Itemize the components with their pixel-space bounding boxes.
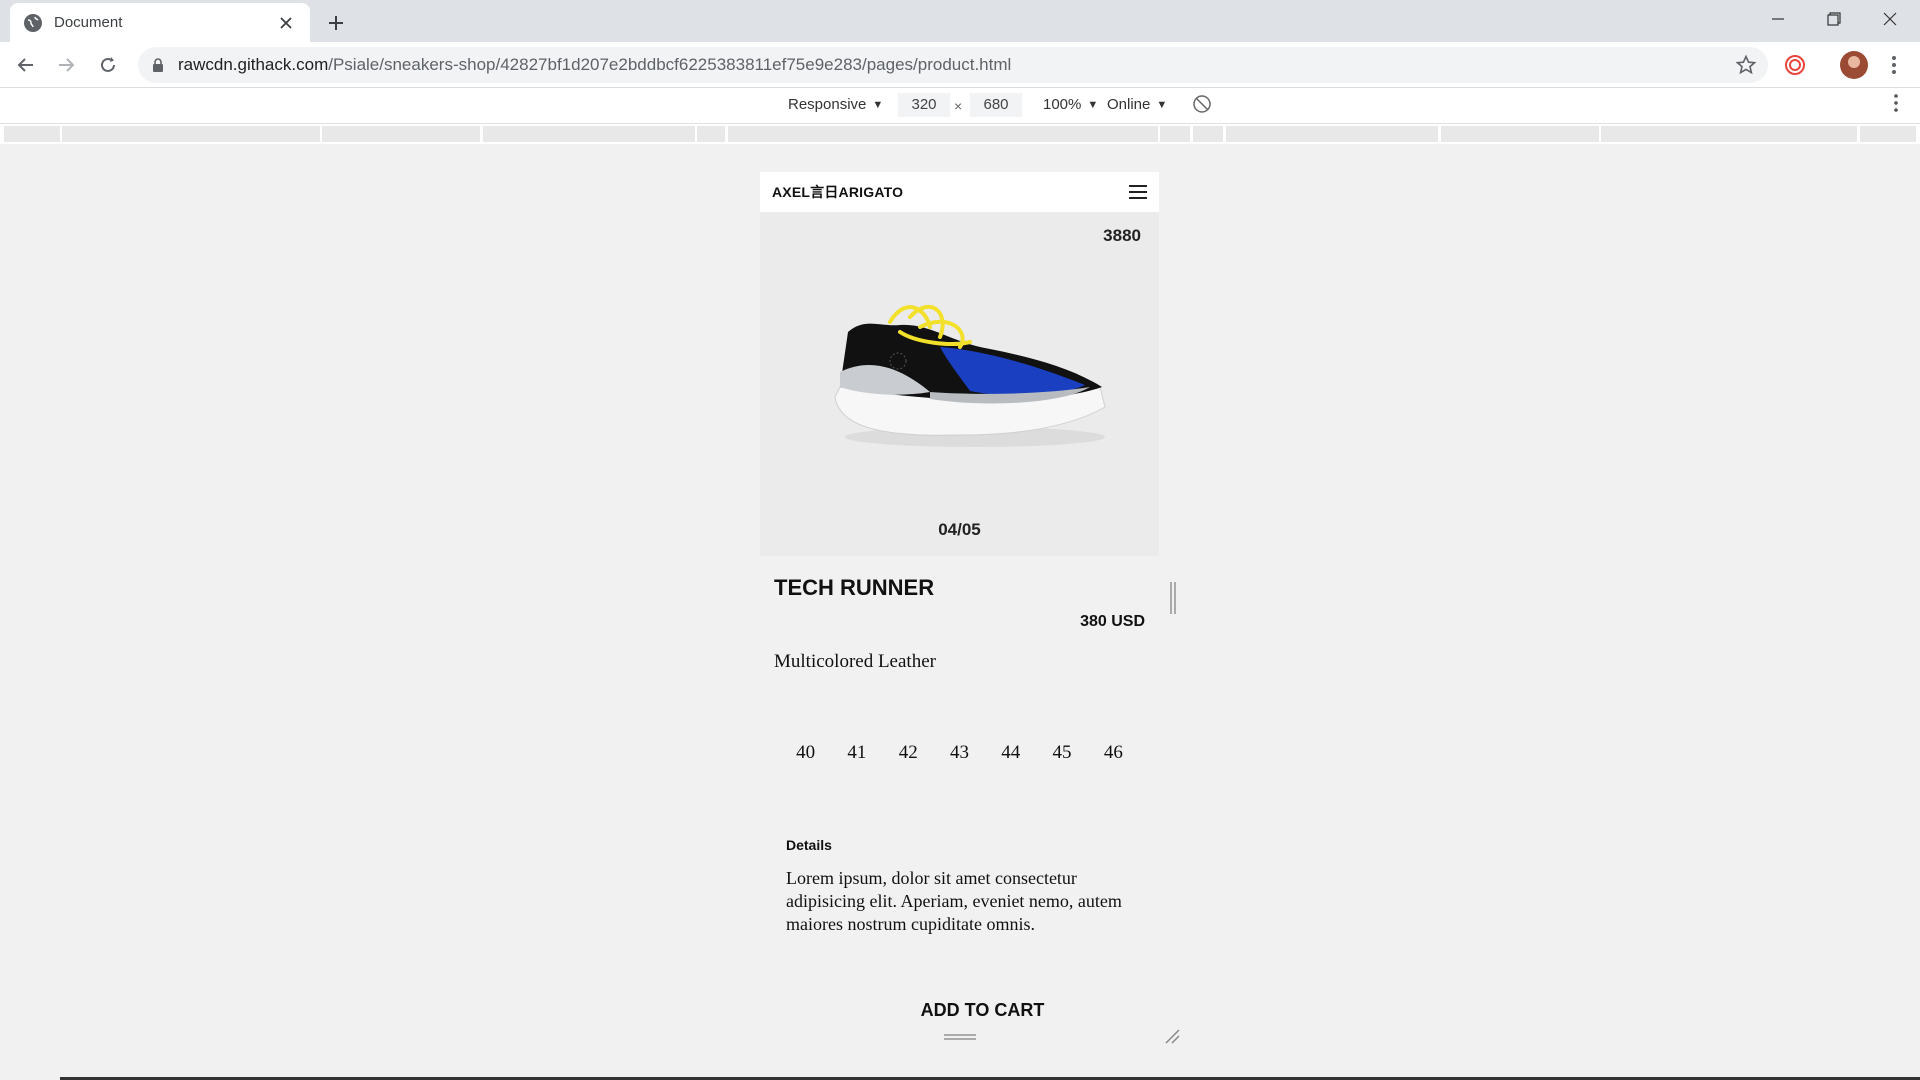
brand-logo[interactable]: AXEL言日ARIGATO (772, 182, 903, 202)
slide-index: 04/05 (938, 520, 981, 539)
size-option[interactable]: 44 (991, 742, 1031, 764)
device-select[interactable]: Responsive ▼ (788, 96, 883, 113)
cart-row: ADD TO CART (760, 988, 1159, 1024)
tab-strip: Document (0, 0, 1920, 42)
zoom-label: 100% (1043, 96, 1082, 113)
product-info: TECH RUNNER 380 USD Multicolored Leather (760, 561, 1159, 699)
browser-tab[interactable]: Document (10, 3, 310, 42)
caret-down-icon: ▼ (872, 98, 884, 111)
product-name: TECH RUNNER (774, 575, 935, 600)
rotate-icon[interactable] (1192, 94, 1212, 114)
resize-handle-bottom[interactable] (944, 1034, 976, 1040)
bookmark-star-icon[interactable] (1734, 53, 1758, 77)
product-gallery[interactable]: 3880 04/05 (760, 212, 1159, 556)
close-window-icon[interactable] (1862, 0, 1918, 38)
network-select[interactable]: Online ▼ (1107, 96, 1167, 113)
details-text: Lorem ipsum, dolor sit amet consectetur … (786, 868, 1122, 934)
height-input[interactable]: 680 (970, 93, 1022, 117)
media-query-bar[interactable] (0, 124, 1920, 144)
caret-down-icon: ▼ (1156, 98, 1168, 111)
device-label: Responsive (788, 96, 867, 113)
restore-icon[interactable] (1806, 0, 1862, 38)
new-tab-plus-icon[interactable] (322, 9, 350, 37)
url-text: rawcdn.githack.com/Psiale/sneakers-shop/… (178, 55, 1011, 75)
size-option[interactable]: 46 (1093, 742, 1133, 764)
forward-arrow-icon[interactable] (50, 49, 82, 81)
address-bar[interactable]: rawcdn.githack.com/Psiale/sneakers-shop/… (138, 47, 1768, 83)
resize-handle-right[interactable] (1170, 582, 1176, 614)
extension-icon[interactable] (1783, 53, 1807, 77)
profile-avatar[interactable] (1840, 51, 1868, 79)
width-input[interactable]: 320 (898, 93, 950, 117)
size-option[interactable]: 40 (786, 742, 826, 764)
device-toolbar: Responsive ▼ 320 × 680 100% ▼ Online ▼ (0, 88, 1920, 124)
network-label: Online (1107, 96, 1151, 113)
caret-down-icon: ▼ (1087, 98, 1099, 111)
dimension-separator: × (954, 98, 963, 114)
browser-toolbar: rawcdn.githack.com/Psiale/sneakers-shop/… (0, 42, 1920, 88)
product-price: 380 USD (1080, 613, 1145, 630)
details-title: Details (786, 837, 832, 853)
size-option[interactable]: 45 (1042, 742, 1082, 764)
size-option[interactable]: 42 (888, 742, 928, 764)
product-material: Multicolored Leather (774, 651, 936, 672)
quantity-control[interactable] (760, 988, 800, 1024)
devtools-more-icon[interactable] (1894, 94, 1898, 112)
hamburger-menu-icon[interactable] (1129, 185, 1147, 199)
add-to-cart-button[interactable]: ADD TO CART (806, 988, 1159, 1024)
close-tab-icon[interactable] (276, 13, 296, 33)
resize-corner-icon[interactable] (1164, 1028, 1180, 1044)
product-details: Details Lorem ipsum, dolor sit amet cons… (760, 807, 1159, 982)
zoom-select[interactable]: 100% ▼ (1043, 96, 1098, 113)
lock-icon (150, 57, 166, 73)
sneaker-image (834, 304, 1106, 447)
size-selector: 40 41 42 43 44 45 46 (760, 705, 1159, 801)
url-path: /Psiale/sneakers-shop/42827bf1d207e2bddb… (328, 55, 1012, 74)
reload-icon[interactable] (92, 49, 124, 81)
site-header: AXEL言日ARIGATO (760, 172, 1159, 212)
chrome-menu-icon[interactable] (1880, 51, 1908, 79)
emulated-viewport: AXEL言日ARIGATO 3880 04/05 TECH RUNNER 380… (760, 172, 1159, 1024)
minimize-icon[interactable] (1750, 0, 1806, 38)
globe-icon (24, 13, 42, 32)
size-option[interactable]: 41 (837, 742, 877, 764)
size-option[interactable]: 43 (939, 742, 979, 764)
url-host: rawcdn.githack.com (178, 55, 329, 74)
tab-title: Document (54, 14, 123, 31)
gallery-counter: 3880 (1103, 226, 1141, 245)
back-arrow-icon[interactable] (10, 49, 42, 81)
